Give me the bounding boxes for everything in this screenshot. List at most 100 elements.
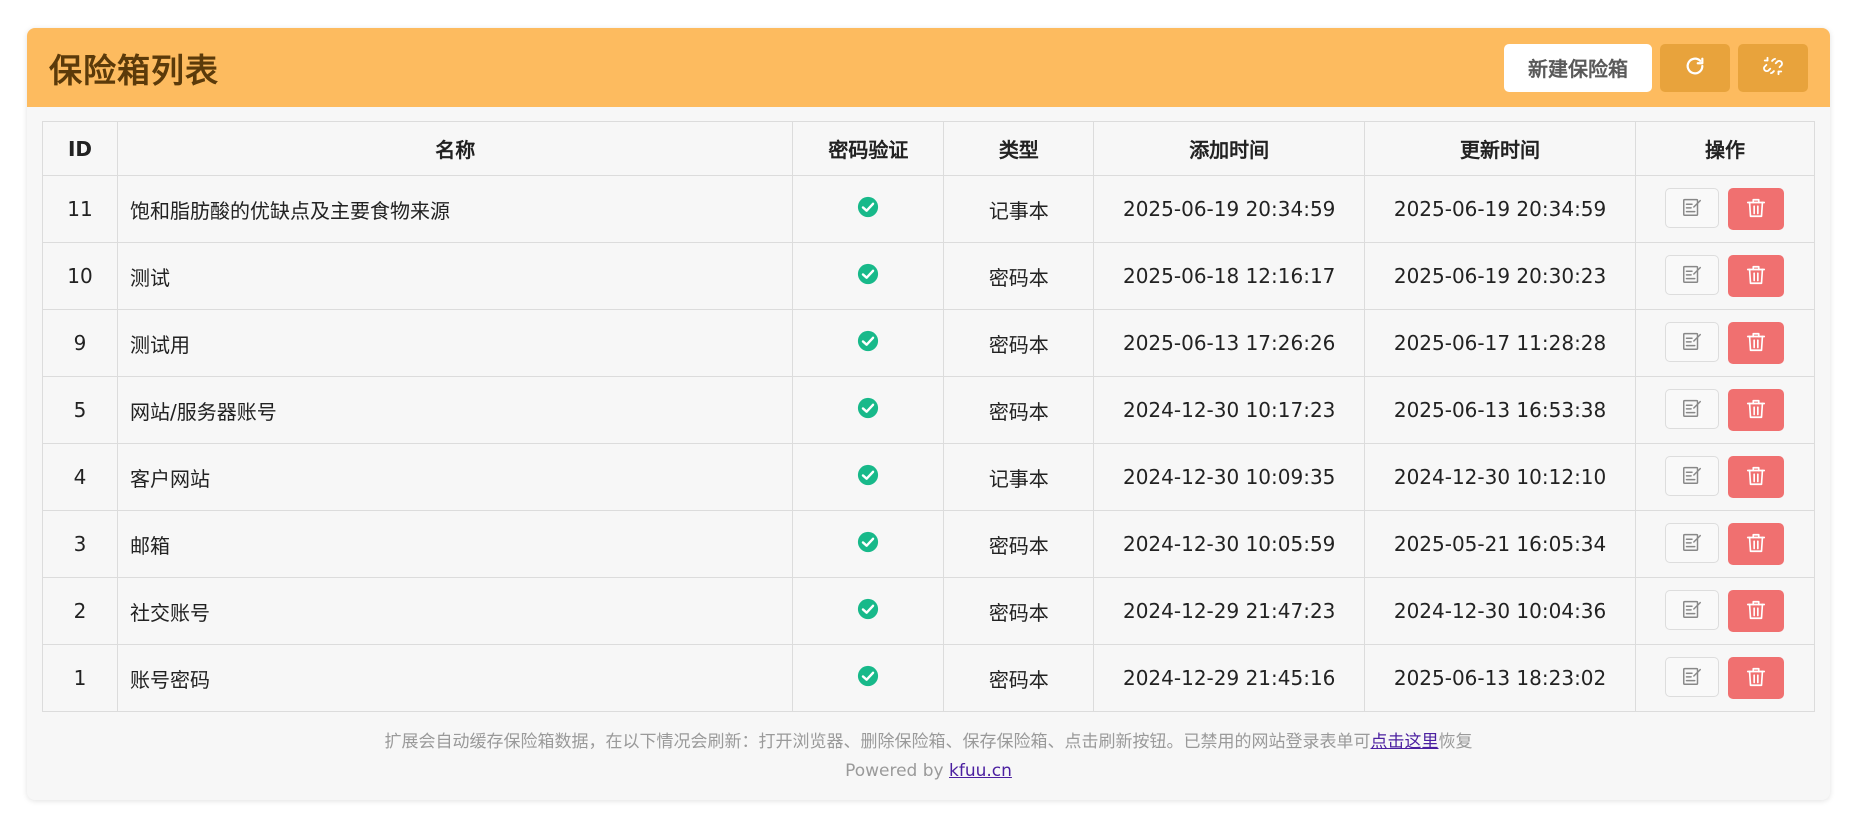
cell-type: 密码本 <box>943 510 1095 578</box>
cell-updated: 2025-06-13 18:23:02 <box>1364 644 1636 712</box>
cell-verify <box>792 309 945 377</box>
cell-name: 饱和脂肪酸的优缺点及主要食物来源 <box>116 175 794 243</box>
restore-link[interactable]: 点击这里 <box>1371 732 1439 752</box>
table-row: 1 账号密码 密码本 2024-12-29 21:45:16 2025-06-1… <box>42 644 1816 712</box>
column-header-id: ID <box>42 121 118 176</box>
delete-button[interactable] <box>1728 456 1785 498</box>
unlink-icon <box>1762 55 1784 80</box>
delete-button[interactable] <box>1728 657 1785 699</box>
row-actions <box>1636 322 1814 364</box>
column-header-type: 类型 <box>943 121 1095 176</box>
edit-button[interactable] <box>1665 523 1720 563</box>
cell-id: 4 <box>42 443 118 511</box>
edit-button[interactable] <box>1665 456 1720 496</box>
trash-icon <box>1745 666 1767 691</box>
page-title: 保险箱列表 <box>49 50 219 90</box>
trash-icon <box>1745 197 1767 222</box>
trash-icon <box>1745 532 1767 557</box>
vault-card: 保险箱列表 新建保险箱 ID 名称 密码验证 类型 添加时间 更新时间 操作 1… <box>27 28 1830 800</box>
cell-updated: 2025-06-19 20:30:23 <box>1364 242 1636 310</box>
cell-actions <box>1634 577 1816 645</box>
cell-id: 3 <box>42 510 118 578</box>
cell-verify <box>792 644 945 712</box>
cell-name: 测试 <box>116 242 794 310</box>
table-row: 5 网站/服务器账号 密码本 2024-12-30 10:17:23 2025-… <box>42 376 1816 444</box>
edit-button[interactable] <box>1665 188 1720 228</box>
powered-by: Powered by kfuu.cn <box>27 757 1830 786</box>
column-header-verify: 密码验证 <box>792 121 945 176</box>
row-actions <box>1636 188 1814 230</box>
check-circle-icon <box>857 464 879 486</box>
unlink-button[interactable] <box>1738 43 1808 92</box>
edit-button[interactable] <box>1665 590 1720 630</box>
cell-actions <box>1634 242 1816 310</box>
edit-button[interactable] <box>1665 389 1720 429</box>
cell-type: 记事本 <box>943 443 1095 511</box>
check-circle-icon <box>857 397 879 419</box>
column-header-name: 名称 <box>116 121 794 176</box>
new-vault-button[interactable]: 新建保险箱 <box>1504 43 1652 92</box>
cell-added: 2024-12-29 21:47:23 <box>1093 577 1366 645</box>
cell-verify <box>792 577 945 645</box>
powered-by-link[interactable]: kfuu.cn <box>949 761 1012 781</box>
check-circle-icon <box>857 263 879 285</box>
cell-verify <box>792 443 945 511</box>
check-circle-icon <box>857 330 879 352</box>
table-row: 4 客户网站 记事本 2024-12-30 10:09:35 2024-12-3… <box>42 443 1816 511</box>
column-header-added: 添加时间 <box>1093 121 1366 176</box>
edit-button[interactable] <box>1665 322 1720 362</box>
table-header-row: ID 名称 密码验证 类型 添加时间 更新时间 操作 <box>42 121 1816 176</box>
trash-icon <box>1745 599 1767 624</box>
cell-updated: 2024-12-30 10:12:10 <box>1364 443 1636 511</box>
edit-button[interactable] <box>1665 657 1720 697</box>
cell-added: 2024-12-30 10:17:23 <box>1093 376 1366 444</box>
cell-id: 10 <box>42 242 118 310</box>
row-actions <box>1636 456 1814 498</box>
trash-icon <box>1745 465 1767 490</box>
powered-by-text: Powered by <box>845 761 950 781</box>
delete-button[interactable] <box>1728 590 1785 632</box>
header-bar: 保险箱列表 新建保险箱 <box>27 28 1830 107</box>
cell-type: 密码本 <box>943 644 1095 712</box>
table-row: 11 饱和脂肪酸的优缺点及主要食物来源 记事本 2025-06-19 20:34… <box>42 175 1816 243</box>
cell-id: 1 <box>42 644 118 712</box>
cell-actions <box>1634 644 1816 712</box>
cell-verify <box>792 175 945 243</box>
refresh-button[interactable] <box>1660 43 1730 92</box>
cell-type: 密码本 <box>943 376 1095 444</box>
edit-icon <box>1681 598 1703 623</box>
delete-button[interactable] <box>1728 255 1785 297</box>
delete-button[interactable] <box>1728 322 1785 364</box>
header-actions: 新建保险箱 <box>1504 43 1808 92</box>
cell-name: 社交账号 <box>116 577 794 645</box>
cell-name: 账号密码 <box>116 644 794 712</box>
cell-id: 5 <box>42 376 118 444</box>
trash-icon <box>1745 264 1767 289</box>
check-circle-icon <box>857 196 879 218</box>
check-circle-icon <box>857 665 879 687</box>
edit-button[interactable] <box>1665 255 1720 295</box>
row-actions <box>1636 523 1814 565</box>
cell-updated: 2025-05-21 16:05:34 <box>1364 510 1636 578</box>
column-header-actions: 操作 <box>1634 121 1816 176</box>
delete-button[interactable] <box>1728 188 1785 230</box>
table-row: 10 测试 密码本 2025-06-18 12:16:17 2025-06-19… <box>42 242 1816 310</box>
footer-note-text: 扩展会自动缓存保险箱数据，在以下情况会刷新：打开浏览器、删除保险箱、保存保险箱、… <box>384 732 1371 752</box>
trash-icon <box>1745 398 1767 423</box>
delete-button[interactable] <box>1728 523 1785 565</box>
edit-icon <box>1681 531 1703 556</box>
edit-icon <box>1681 263 1703 288</box>
cell-id: 2 <box>42 577 118 645</box>
cell-name: 客户网站 <box>116 443 794 511</box>
cell-name: 网站/服务器账号 <box>116 376 794 444</box>
delete-button[interactable] <box>1728 389 1785 431</box>
row-actions <box>1636 255 1814 297</box>
footer-note-tail: 恢复 <box>1438 732 1473 752</box>
footer: 扩展会自动缓存保险箱数据，在以下情况会刷新：打开浏览器、删除保险箱、保存保险箱、… <box>27 728 1830 786</box>
edit-icon <box>1681 196 1703 221</box>
column-header-updated: 更新时间 <box>1364 121 1636 176</box>
row-actions <box>1636 657 1814 699</box>
cell-added: 2024-12-30 10:05:59 <box>1093 510 1366 578</box>
footer-note: 扩展会自动缓存保险箱数据，在以下情况会刷新：打开浏览器、删除保险箱、保存保险箱、… <box>27 728 1830 757</box>
cell-added: 2025-06-18 12:16:17 <box>1093 242 1366 310</box>
